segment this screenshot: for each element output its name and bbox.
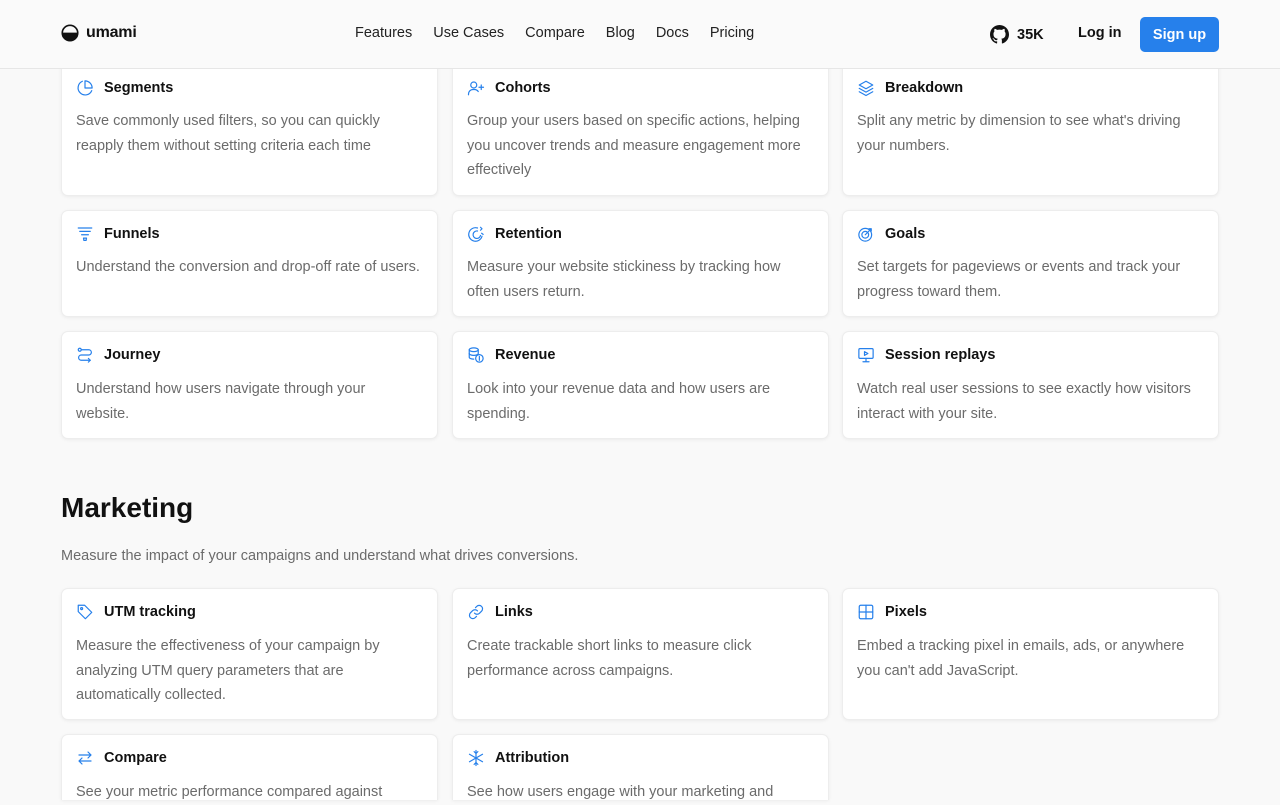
section-title-marketing: Marketing — [61, 492, 194, 523]
feature-card-goals: Goals Set targets for pageviews or event… — [842, 210, 1219, 317]
card-description: Understand the conversion and drop-off r… — [76, 259, 420, 275]
monitor-play-icon — [857, 346, 875, 364]
card-title: Goals — [885, 226, 926, 242]
feature-card-attribution: Attribution See how users engage with yo… — [452, 734, 829, 800]
card-title: Pixels — [885, 604, 927, 620]
github-stars: 35K — [1017, 26, 1044, 43]
card-description: Create trackable short links to measure … — [467, 638, 752, 679]
target-icon — [857, 225, 875, 243]
magnet-icon — [467, 225, 485, 243]
card-description: Measure your website stickiness by track… — [467, 259, 781, 300]
feature-card-compare: Compare See your metric performance comp… — [61, 734, 438, 800]
nav-use-cases[interactable]: Use Cases — [433, 25, 504, 41]
feature-card-revenue: Revenue Look into your revenue data and … — [452, 331, 829, 439]
umami-logo-icon — [61, 24, 79, 42]
feature-card-cohorts: Cohorts Group your users based on specif… — [452, 58, 829, 196]
nav-compare[interactable]: Compare — [525, 25, 585, 41]
main-nav: Features Use Cases Compare Blog Docs Pri… — [355, 25, 754, 41]
feature-card-funnels: Funnels Understand the conversion and dr… — [61, 210, 438, 317]
route-icon — [76, 346, 94, 364]
feature-card-journey: Journey Understand how users navigate th… — [61, 331, 438, 439]
feature-card-pixels: Pixels Embed a tracking pixel in emails,… — [842, 588, 1219, 720]
login-link[interactable]: Log in — [1078, 25, 1122, 41]
nav-pricing[interactable]: Pricing — [710, 25, 754, 41]
feature-card-breakdown: Breakdown Split any metric by dimension … — [842, 58, 1219, 196]
card-description: Set targets for pageviews or events and … — [857, 259, 1181, 300]
signup-button[interactable]: Sign up — [1140, 17, 1219, 52]
card-title: Segments — [104, 80, 174, 96]
github-icon — [990, 25, 1009, 44]
github-link[interactable]: 35K — [990, 25, 1044, 44]
card-title: Revenue — [495, 347, 556, 363]
arrows-left-right-icon — [76, 749, 94, 767]
card-title: Cohorts — [495, 80, 551, 96]
layers-icon — [857, 79, 875, 97]
grid-icon — [857, 603, 875, 621]
card-description: Save commonly used filters, so you can q… — [76, 113, 380, 154]
feature-card-links: Links Create trackable short links to me… — [452, 588, 829, 720]
card-description: Understand how users navigate through yo… — [76, 381, 366, 422]
card-title: Funnels — [104, 226, 160, 242]
card-description: Embed a tracking pixel in emails, ads, o… — [857, 638, 1185, 679]
link-icon — [467, 603, 485, 621]
card-title: Attribution — [495, 750, 570, 766]
card-description: Group your users based on specific actio… — [467, 113, 801, 178]
nav-blog[interactable]: Blog — [606, 25, 635, 41]
nav-docs[interactable]: Docs — [656, 25, 689, 41]
section-subtitle-marketing: Measure the impact of your campaigns and… — [61, 548, 579, 564]
card-title: Breakdown — [885, 80, 964, 96]
tag-icon — [76, 603, 94, 621]
card-description: See how users engage with your marketing… — [467, 784, 774, 800]
user-plus-icon — [467, 79, 485, 97]
coins-icon — [467, 346, 485, 364]
card-title: UTM tracking — [104, 604, 196, 620]
card-title: Session replays — [885, 347, 996, 363]
card-description: Split any metric by dimension to see wha… — [857, 113, 1181, 154]
feature-card-retention: Retention Measure your website stickines… — [452, 210, 829, 317]
nav-features[interactable]: Features — [355, 25, 412, 41]
funnel-icon — [76, 225, 94, 243]
card-title: Journey — [104, 347, 161, 363]
logo-text: umami — [86, 24, 137, 41]
card-title: Links — [495, 604, 533, 620]
card-description: Watch real user sessions to see exactly … — [857, 381, 1191, 422]
card-title: Compare — [104, 750, 167, 766]
snowflake-icon — [467, 749, 485, 767]
logo-link[interactable]: umami — [61, 24, 137, 42]
site-header: umami Features Use Cases Compare Blog Do… — [0, 0, 1280, 69]
feature-card-segments: Segments Save commonly used filters, so … — [61, 58, 438, 196]
pie-chart-icon — [76, 79, 94, 97]
card-description: See your metric performance compared aga… — [76, 784, 383, 800]
feature-card-session-replays: Session replays Watch real user sessions… — [842, 331, 1219, 439]
feature-card-utm-tracking: UTM tracking Measure the effectiveness o… — [61, 588, 438, 720]
card-description: Look into your revenue data and how user… — [467, 381, 771, 422]
card-title: Retention — [495, 226, 562, 242]
card-description: Measure the effectiveness of your campai… — [76, 638, 380, 703]
